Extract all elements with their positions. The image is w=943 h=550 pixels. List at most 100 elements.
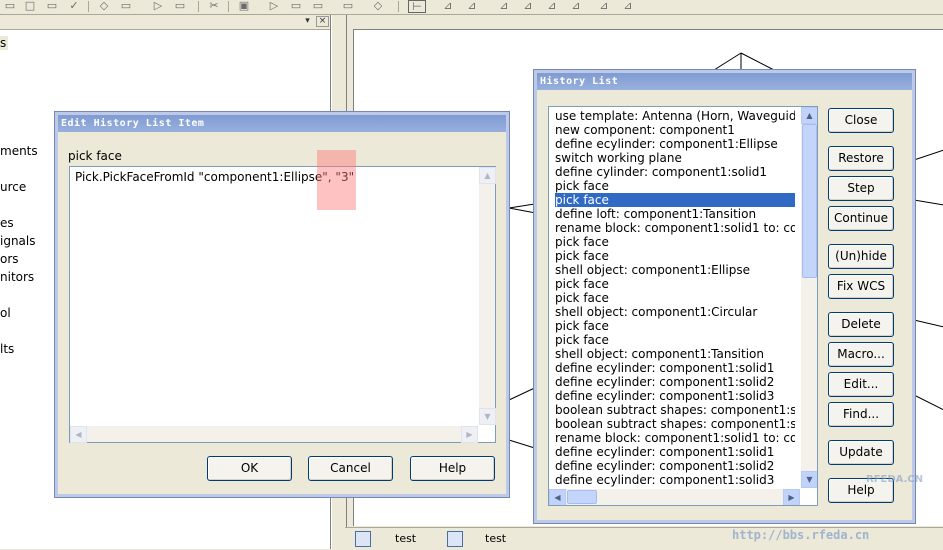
history-item[interactable]: define cylinder: component1:solid1 (555, 165, 795, 179)
cancel-button[interactable]: Cancel (308, 456, 393, 481)
history-item[interactable]: shell object: component1:Circular (555, 305, 795, 319)
history-item[interactable]: switch working plane (555, 151, 795, 165)
history-item[interactable]: rename block: component1:solid1 to: com (555, 431, 795, 445)
tree-item[interactable]: ol (0, 306, 11, 320)
ok-button[interactable]: OK (207, 456, 292, 481)
horizontal-scrollbar[interactable]: ◀ ▶ (549, 489, 800, 505)
panel-header: ▾ × (0, 15, 330, 30)
scroll-right-icon[interactable]: ▶ (783, 489, 800, 505)
history-item[interactable]: pick face (555, 333, 795, 347)
history-item[interactable]: pick face (555, 249, 795, 263)
main-toolbar: ▭ □ ▭ ✓ ◇ ▭ ▷ ▭ ✂ ▣ ▷ ▭ ▭ ▭ ◇ ⊢ ⊿ ⊿ ⊿ ⊿ … (0, 0, 943, 15)
dropdown-icon[interactable]: ▾ (302, 16, 313, 27)
tool-icon[interactable]: ◇ (370, 0, 386, 12)
fix-wcs-button[interactable]: Fix WCS (828, 274, 894, 299)
history-item[interactable]: define ecylinder: component1:solid3 (555, 389, 795, 403)
horizontal-scrollbar[interactable]: ◀ ▶ (70, 426, 478, 443)
axes-icon[interactable]: ⊢ (408, 0, 426, 13)
history-item[interactable]: boolean subtract shapes: component1:so (555, 417, 795, 431)
tool-icon[interactable]: ▭ (172, 0, 188, 12)
history-item[interactable]: define ecylinder: component1:solid3 (555, 473, 795, 487)
macro-button[interactable]: Macro... (828, 342, 894, 367)
history-item[interactable]: define ecylinder: component1:solid1 (555, 445, 795, 459)
tree-item[interactable]: s (0, 36, 9, 50)
history-listbox[interactable]: use template: Antenna (Horn, Waveguide ne… (548, 106, 818, 506)
delete-button[interactable]: Delete (828, 312, 894, 337)
scroll-right-icon[interactable]: ▶ (461, 426, 478, 443)
edit-button[interactable]: Edit... (828, 372, 894, 397)
scroll-thumb[interactable] (802, 124, 817, 278)
tool-icon[interactable]: ◇ (96, 0, 112, 12)
tool-icon[interactable]: ▭ (340, 0, 356, 12)
scroll-up-icon[interactable]: ▲ (479, 167, 496, 184)
vertical-scrollbar[interactable]: ▲ ▼ (801, 107, 817, 488)
tool-icon[interactable]: ⊿ (464, 0, 480, 12)
history-item[interactable]: new component: component1 (555, 123, 795, 137)
tool-icon[interactable]: ▭ (288, 0, 304, 12)
history-item[interactable]: boolean subtract shapes: component1:so (555, 403, 795, 417)
close-button[interactable]: Close (828, 108, 894, 133)
tool-icon[interactable]: ▭ (44, 0, 60, 12)
tool-icon[interactable]: ▷ (150, 0, 166, 12)
command-text-area[interactable]: Pick.PickFaceFromId "component1:Ellipse"… (69, 150, 496, 443)
close-icon[interactable]: × (316, 16, 329, 27)
history-item[interactable]: pick face (555, 235, 795, 249)
tree-item[interactable]: nitors (0, 270, 34, 284)
history-item-selected[interactable]: pick face (555, 193, 795, 207)
history-item[interactable]: define ecylinder: component1:solid2 (555, 459, 795, 473)
help-button[interactable]: Help (410, 456, 495, 481)
document-tab[interactable]: test (395, 530, 416, 548)
dialog-title: History List (537, 73, 912, 90)
dialog-title: Edit History List Item (58, 115, 506, 132)
tool-icon[interactable]: ▷ (266, 0, 282, 12)
scroll-left-icon[interactable]: ◀ (549, 489, 566, 505)
tree-item[interactable]: ignals (0, 234, 36, 248)
history-item[interactable]: pick face (555, 277, 795, 291)
find-button[interactable]: Find... (828, 402, 894, 427)
text-highlight (317, 150, 356, 210)
history-item[interactable]: use template: Antenna (Horn, Waveguide (555, 109, 795, 123)
tool-icon[interactable]: ⊿ (544, 0, 560, 12)
unhide-button[interactable]: (Un)hide (828, 244, 894, 269)
tool-icon[interactable]: ⊿ (520, 0, 536, 12)
tool-icon[interactable]: ▭ (310, 0, 326, 12)
scroll-down-icon[interactable]: ▼ (479, 408, 496, 425)
scroll-left-icon[interactable]: ◀ (70, 426, 87, 443)
step-button[interactable]: Step (828, 176, 894, 201)
tool-icon[interactable]: ⊿ (620, 0, 636, 12)
history-item[interactable]: define ecylinder: component1:Ellipse (555, 137, 795, 151)
restore-button[interactable]: Restore (828, 146, 894, 171)
tool-icon[interactable]: ▣ (236, 0, 252, 12)
document-tab[interactable]: test (485, 530, 506, 548)
history-item[interactable]: pick face (555, 319, 795, 333)
tool-icon[interactable]: ⊿ (596, 0, 612, 12)
history-item[interactable]: define loft: component1:Tansition (555, 207, 795, 221)
tool-icon[interactable]: ▭ (2, 0, 18, 12)
scissors-icon[interactable]: ✂ (206, 0, 222, 12)
tool-icon[interactable]: □ (22, 0, 38, 12)
history-item[interactable]: pick face (555, 179, 795, 193)
continue-button[interactable]: Continue (828, 206, 894, 231)
tool-icon[interactable]: ✓ (66, 0, 82, 12)
tree-item[interactable]: es (0, 216, 14, 230)
vertical-scrollbar[interactable]: ▲ ▼ (479, 167, 496, 425)
tool-icon[interactable]: ▭ (118, 0, 134, 12)
tool-icon[interactable]: ⊿ (440, 0, 456, 12)
history-list-dialog: History List use template: Antenna (Horn… (534, 70, 915, 523)
tree-item[interactable]: ments (0, 144, 38, 158)
history-item[interactable]: rename block: component1:solid1 to: com (555, 221, 795, 235)
tool-icon[interactable]: ⊿ (496, 0, 512, 12)
tree-item[interactable]: ors (0, 252, 19, 266)
history-item[interactable]: define ecylinder: component1:solid2 (555, 375, 795, 389)
history-item[interactable]: pick face (555, 291, 795, 305)
tree-item[interactable]: lts (0, 342, 14, 356)
scroll-thumb[interactable] (567, 490, 597, 504)
scroll-up-icon[interactable]: ▲ (801, 107, 817, 124)
tree-item[interactable]: urce (0, 180, 26, 194)
history-item[interactable]: shell object: component1:Ellipse (555, 263, 795, 277)
history-item[interactable]: shell object: component1:Tansition (555, 347, 795, 361)
history-item[interactable]: define ecylinder: component1:solid1 (555, 361, 795, 375)
update-button[interactable]: Update (828, 440, 894, 465)
scroll-down-icon[interactable]: ▼ (801, 471, 817, 488)
tool-icon[interactable]: ⊿ (568, 0, 584, 12)
